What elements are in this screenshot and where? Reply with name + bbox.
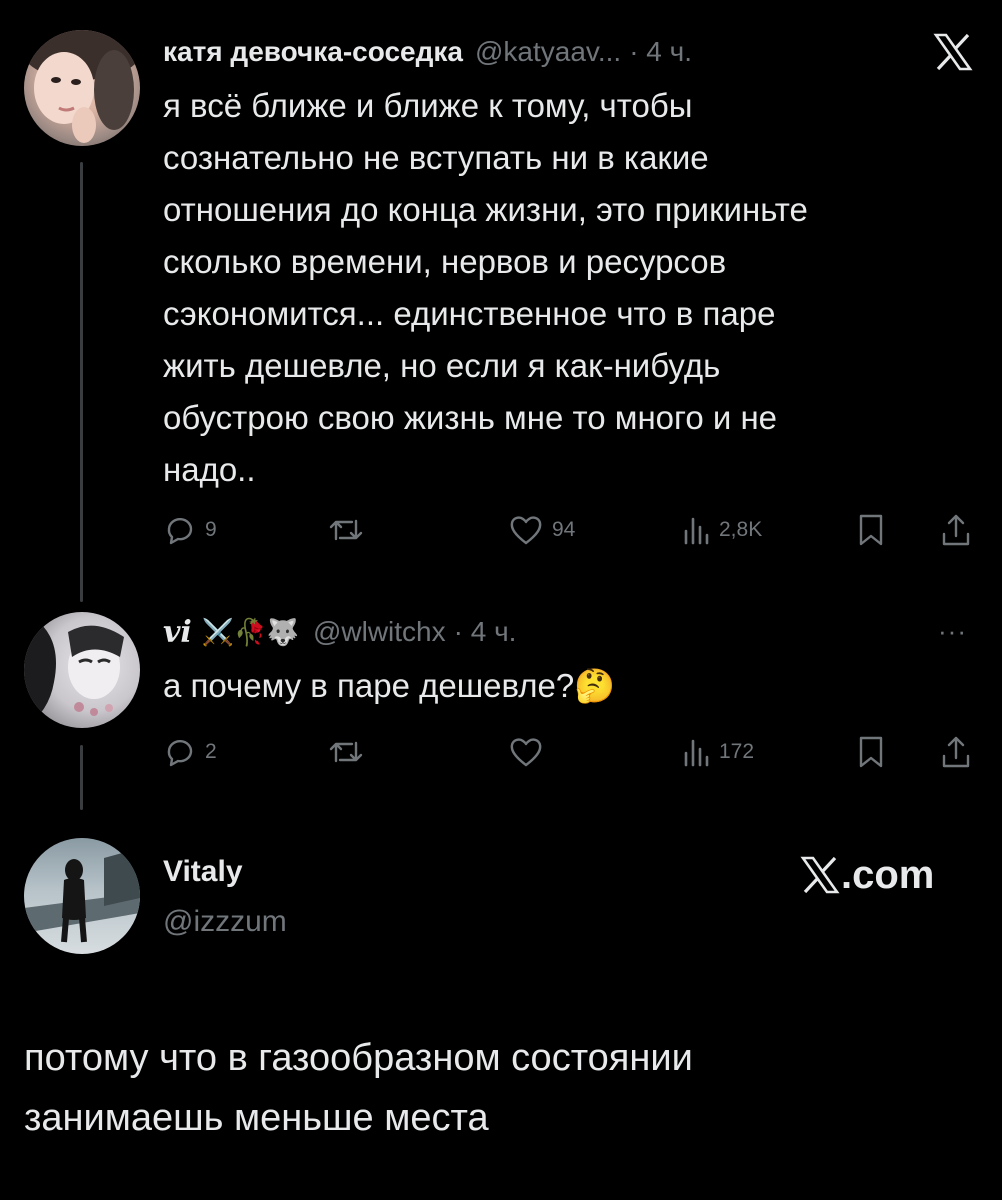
tweet-1-actions: 9 94 2,8K — [163, 510, 983, 550]
views-count: 2,8K — [719, 518, 763, 541]
author-handle[interactable]: @katyaav... — [475, 36, 621, 68]
bookmark-icon — [859, 736, 883, 768]
retweet-button[interactable] — [326, 732, 366, 772]
name-emojis: ⚔️🥀🐺 — [201, 616, 299, 647]
reply-button[interactable]: 9 — [163, 510, 217, 550]
avatar-vitaly-photo — [24, 848, 140, 943]
author-name[interactable]: катя девочка-соседка — [163, 36, 463, 68]
views-button[interactable]: 2,8K — [681, 510, 762, 550]
views-button[interactable]: 172 — [681, 732, 754, 772]
text-line: сэкономится... единственное что в паре — [163, 295, 776, 332]
tweet-1-text: я всё ближе и ближе к тому, чтобы сознат… — [163, 80, 808, 496]
share-button[interactable] — [939, 732, 973, 772]
views-icon — [684, 739, 709, 767]
avatar-katya[interactable] — [24, 30, 140, 146]
reply-author-handle[interactable]: @izzzum — [163, 905, 287, 939]
reply-author-name[interactable]: Vitaly — [163, 855, 243, 889]
reply-count: 9 — [205, 518, 217, 541]
share-icon — [942, 514, 970, 546]
retweet-button[interactable] — [326, 510, 366, 550]
bookmark-icon — [859, 514, 883, 546]
bookmark-button[interactable] — [856, 732, 886, 772]
share-icon — [942, 736, 970, 768]
like-icon — [510, 516, 542, 545]
retweet-icon — [329, 741, 363, 763]
text-line: я всё ближе и ближе к тому, чтобы — [163, 87, 693, 124]
like-button[interactable]: 94 — [508, 510, 575, 550]
thread-line-2 — [80, 745, 83, 810]
text-line: надо.. — [163, 451, 256, 488]
text-line: потому что в газообразном состоянии — [24, 1037, 693, 1079]
author-name[interactable]: vi — [163, 615, 192, 650]
x-com-watermark: .com — [799, 852, 934, 898]
x-logo-icon[interactable] — [932, 32, 974, 72]
like-count: 94 — [552, 518, 576, 541]
avatar-katya-portrait — [24, 30, 140, 143]
x-logo-icon — [800, 856, 840, 894]
tweet-1-header: катя девочка-соседка @katyaav... · 4 ч. — [163, 30, 692, 74]
tweet-2-actions: 2 172 — [163, 732, 983, 772]
views-icon — [684, 517, 709, 545]
post-time[interactable]: · 4 ч. — [629, 36, 692, 68]
site-suffix: .com — [841, 852, 935, 897]
text-line: а почему в паре дешевле? — [163, 667, 575, 704]
text-line: отношения до конца жизни, это прикиньте — [163, 191, 808, 228]
reply-text: потому что в газообразном состоянии зани… — [24, 1028, 693, 1148]
reply-icon — [167, 740, 193, 767]
tweet-2-text: а почему в паре дешевле?🤔 — [163, 660, 615, 712]
author-handle[interactable]: @wlwitchx — [313, 616, 446, 648]
text-line: жить дешевле, но если я как-нибудь — [163, 347, 721, 384]
avatar-vi-artwork — [24, 612, 124, 728]
reply-button[interactable]: 2 — [163, 732, 217, 772]
text-line: сознательно не вступать ни в какие — [163, 139, 709, 176]
avatar-vitaly[interactable] — [24, 838, 140, 954]
more-icon[interactable]: ··· — [938, 616, 967, 647]
retweet-icon — [329, 519, 363, 541]
reply-icon — [167, 518, 193, 545]
reply-count: 2 — [205, 740, 217, 763]
bookmark-button[interactable] — [856, 510, 886, 550]
like-icon — [510, 738, 542, 767]
tweet-2-header: vi ⚔️🥀🐺 @wlwitchx · 4 ч. — [163, 610, 516, 654]
text-line: занимаешь меньше места — [24, 1097, 489, 1139]
like-button[interactable] — [508, 732, 544, 772]
post-time[interactable]: · 4 ч. — [454, 616, 517, 648]
thread-line-1 — [80, 162, 83, 602]
thinking-emoji: 🤔 — [574, 667, 616, 704]
views-count: 172 — [719, 740, 755, 763]
text-line: обустрою свою жизнь мне то много и не — [163, 399, 778, 436]
avatar-vi[interactable] — [24, 612, 140, 728]
share-button[interactable] — [939, 510, 973, 550]
text-line: сколько времени, нервов и ресурсов — [163, 243, 727, 280]
